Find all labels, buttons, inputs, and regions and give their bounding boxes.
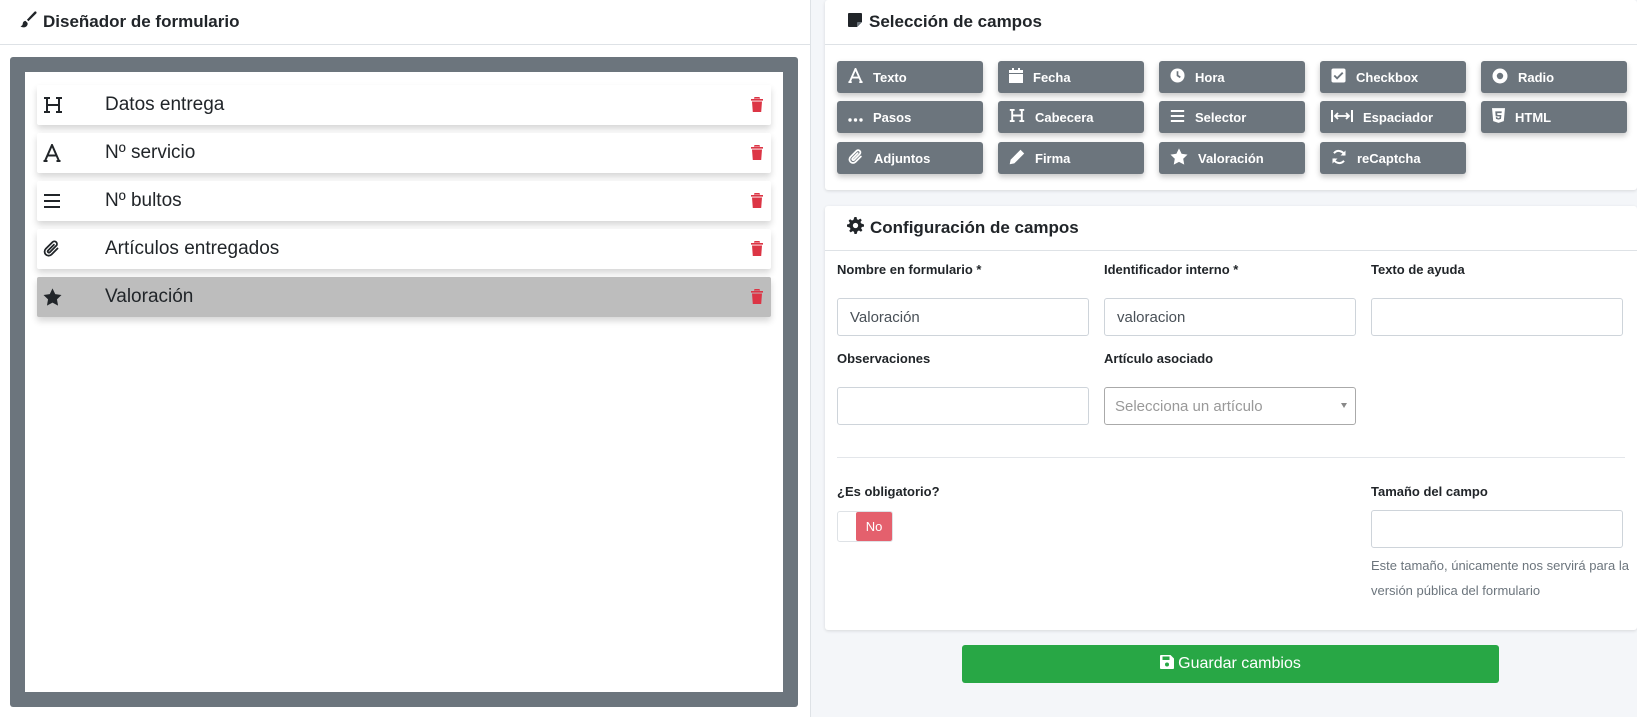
observations-input[interactable] — [837, 387, 1089, 425]
trash-icon[interactable] — [751, 145, 763, 165]
save-label: Guardar cambios — [1178, 655, 1301, 672]
trash-icon[interactable] — [751, 97, 763, 117]
add-html-field-button[interactable]: HTML — [1481, 101, 1627, 133]
name-input[interactable] — [837, 298, 1089, 336]
add-heading-field-button[interactable]: Cabecera — [998, 101, 1144, 133]
pencil-icon — [1009, 149, 1035, 168]
star-icon — [1170, 148, 1198, 168]
config-title: Configuración de campos — [870, 218, 1079, 237]
internal-id-input[interactable] — [1104, 298, 1356, 336]
article-select-placeholder: Selecciona un artículo — [1115, 397, 1263, 415]
field-selection-card: Selección de campos Texto Fecha Hora Che… — [825, 0, 1637, 190]
refresh-icon — [1331, 149, 1357, 168]
trash-icon[interactable] — [751, 193, 763, 213]
floppy-disk-icon — [1160, 654, 1178, 674]
internal-id-label: Identificador interno * — [1104, 262, 1239, 277]
add-checkbox-field-button[interactable]: Checkbox — [1320, 61, 1466, 93]
field-size-help: Este tamaño, únicamente nos servirá para… — [1371, 558, 1629, 598]
designer-field-row[interactable]: Datos entrega — [37, 85, 771, 125]
field-label: Nº bultos — [105, 190, 182, 211]
divider — [837, 457, 1625, 458]
required-label: ¿Es obligatorio? — [837, 484, 940, 499]
add-steps-field-button[interactable]: Pasos — [837, 101, 983, 133]
designer-dropzone[interactable]: Datos entrega Nº servicio Nº bultos Artí… — [10, 57, 798, 707]
chevron-down-icon — [1341, 403, 1347, 408]
calendar-icon — [1009, 68, 1033, 86]
trash-icon[interactable] — [751, 289, 763, 309]
required-toggle-state: No — [856, 512, 892, 541]
ellipsis-icon — [848, 110, 873, 125]
add-rating-field-button[interactable]: Valoración — [1159, 142, 1305, 174]
selection-title: Selección de campos — [869, 12, 1042, 31]
checkbox-icon — [1331, 68, 1356, 86]
add-attachments-field-button[interactable]: Adjuntos — [837, 142, 983, 174]
paperclip-icon — [848, 148, 874, 168]
help-text-input[interactable] — [1371, 298, 1623, 336]
designer-field-row-selected[interactable]: Valoración — [37, 277, 771, 317]
spacer-icon — [1331, 109, 1363, 126]
add-time-field-button[interactable]: Hora — [1159, 61, 1305, 93]
paintbrush-icon — [20, 11, 43, 33]
add-radio-field-button[interactable]: Radio — [1481, 61, 1627, 93]
config-header: Configuración de campos — [825, 206, 1637, 251]
add-spacer-field-button[interactable]: Espaciador — [1320, 101, 1466, 133]
designer-field-row[interactable]: Nº servicio — [37, 133, 771, 173]
field-size-label: Tamaño del campo — [1371, 484, 1488, 499]
designer-header: Diseñador de formulario — [0, 0, 810, 45]
form-designer-panel: Diseñador de formulario Datos entrega Nº… — [0, 0, 811, 717]
designer-field-row[interactable]: Artículos entregados — [37, 229, 771, 269]
paperclip-icon — [37, 240, 105, 258]
heading-icon — [1009, 108, 1035, 126]
field-size-input[interactable] — [1371, 510, 1623, 548]
observations-label: Observaciones — [837, 351, 931, 366]
add-selector-field-button[interactable]: Selector — [1159, 101, 1305, 133]
text-icon — [848, 66, 873, 86]
designer-title: Diseñador de formulario — [43, 12, 240, 31]
trash-icon[interactable] — [751, 241, 763, 261]
html5-icon — [1492, 108, 1515, 126]
field-label: Valoración — [105, 286, 194, 307]
save-changes-button[interactable]: Guardar cambios — [962, 645, 1499, 683]
add-date-field-button[interactable]: Fecha — [998, 61, 1144, 93]
radio-icon — [1492, 68, 1518, 87]
name-label: Nombre en formulario * — [837, 262, 982, 277]
list-icon — [37, 193, 105, 209]
required-toggle[interactable]: No — [837, 511, 893, 542]
list-icon — [1170, 109, 1195, 126]
field-label: Datos entrega — [105, 94, 225, 115]
selection-header: Selección de campos — [825, 0, 1637, 45]
designer-field-row[interactable]: Nº bultos — [37, 181, 771, 221]
star-icon — [37, 288, 105, 306]
clock-icon — [1170, 68, 1195, 86]
add-recaptcha-field-button[interactable]: reCaptcha — [1320, 142, 1466, 174]
field-label: Nº servicio — [105, 142, 196, 163]
add-signature-field-button[interactable]: Firma — [998, 142, 1144, 174]
text-icon — [37, 144, 105, 162]
designer-canvas[interactable]: Datos entrega Nº servicio Nº bultos Artí… — [25, 72, 783, 692]
article-label: Artículo asociado — [1104, 351, 1214, 366]
sticky-note-icon — [847, 12, 869, 33]
gear-icon — [847, 217, 870, 239]
field-label: Artículos entregados — [105, 238, 280, 259]
article-select[interactable]: Selecciona un artículo — [1104, 387, 1356, 425]
heading-icon — [37, 96, 105, 114]
help-text-label: Texto de ayuda — [1371, 262, 1465, 277]
add-text-field-button[interactable]: Texto — [837, 61, 983, 93]
field-config-card: Configuración de campos Nombre en formul… — [825, 206, 1637, 630]
